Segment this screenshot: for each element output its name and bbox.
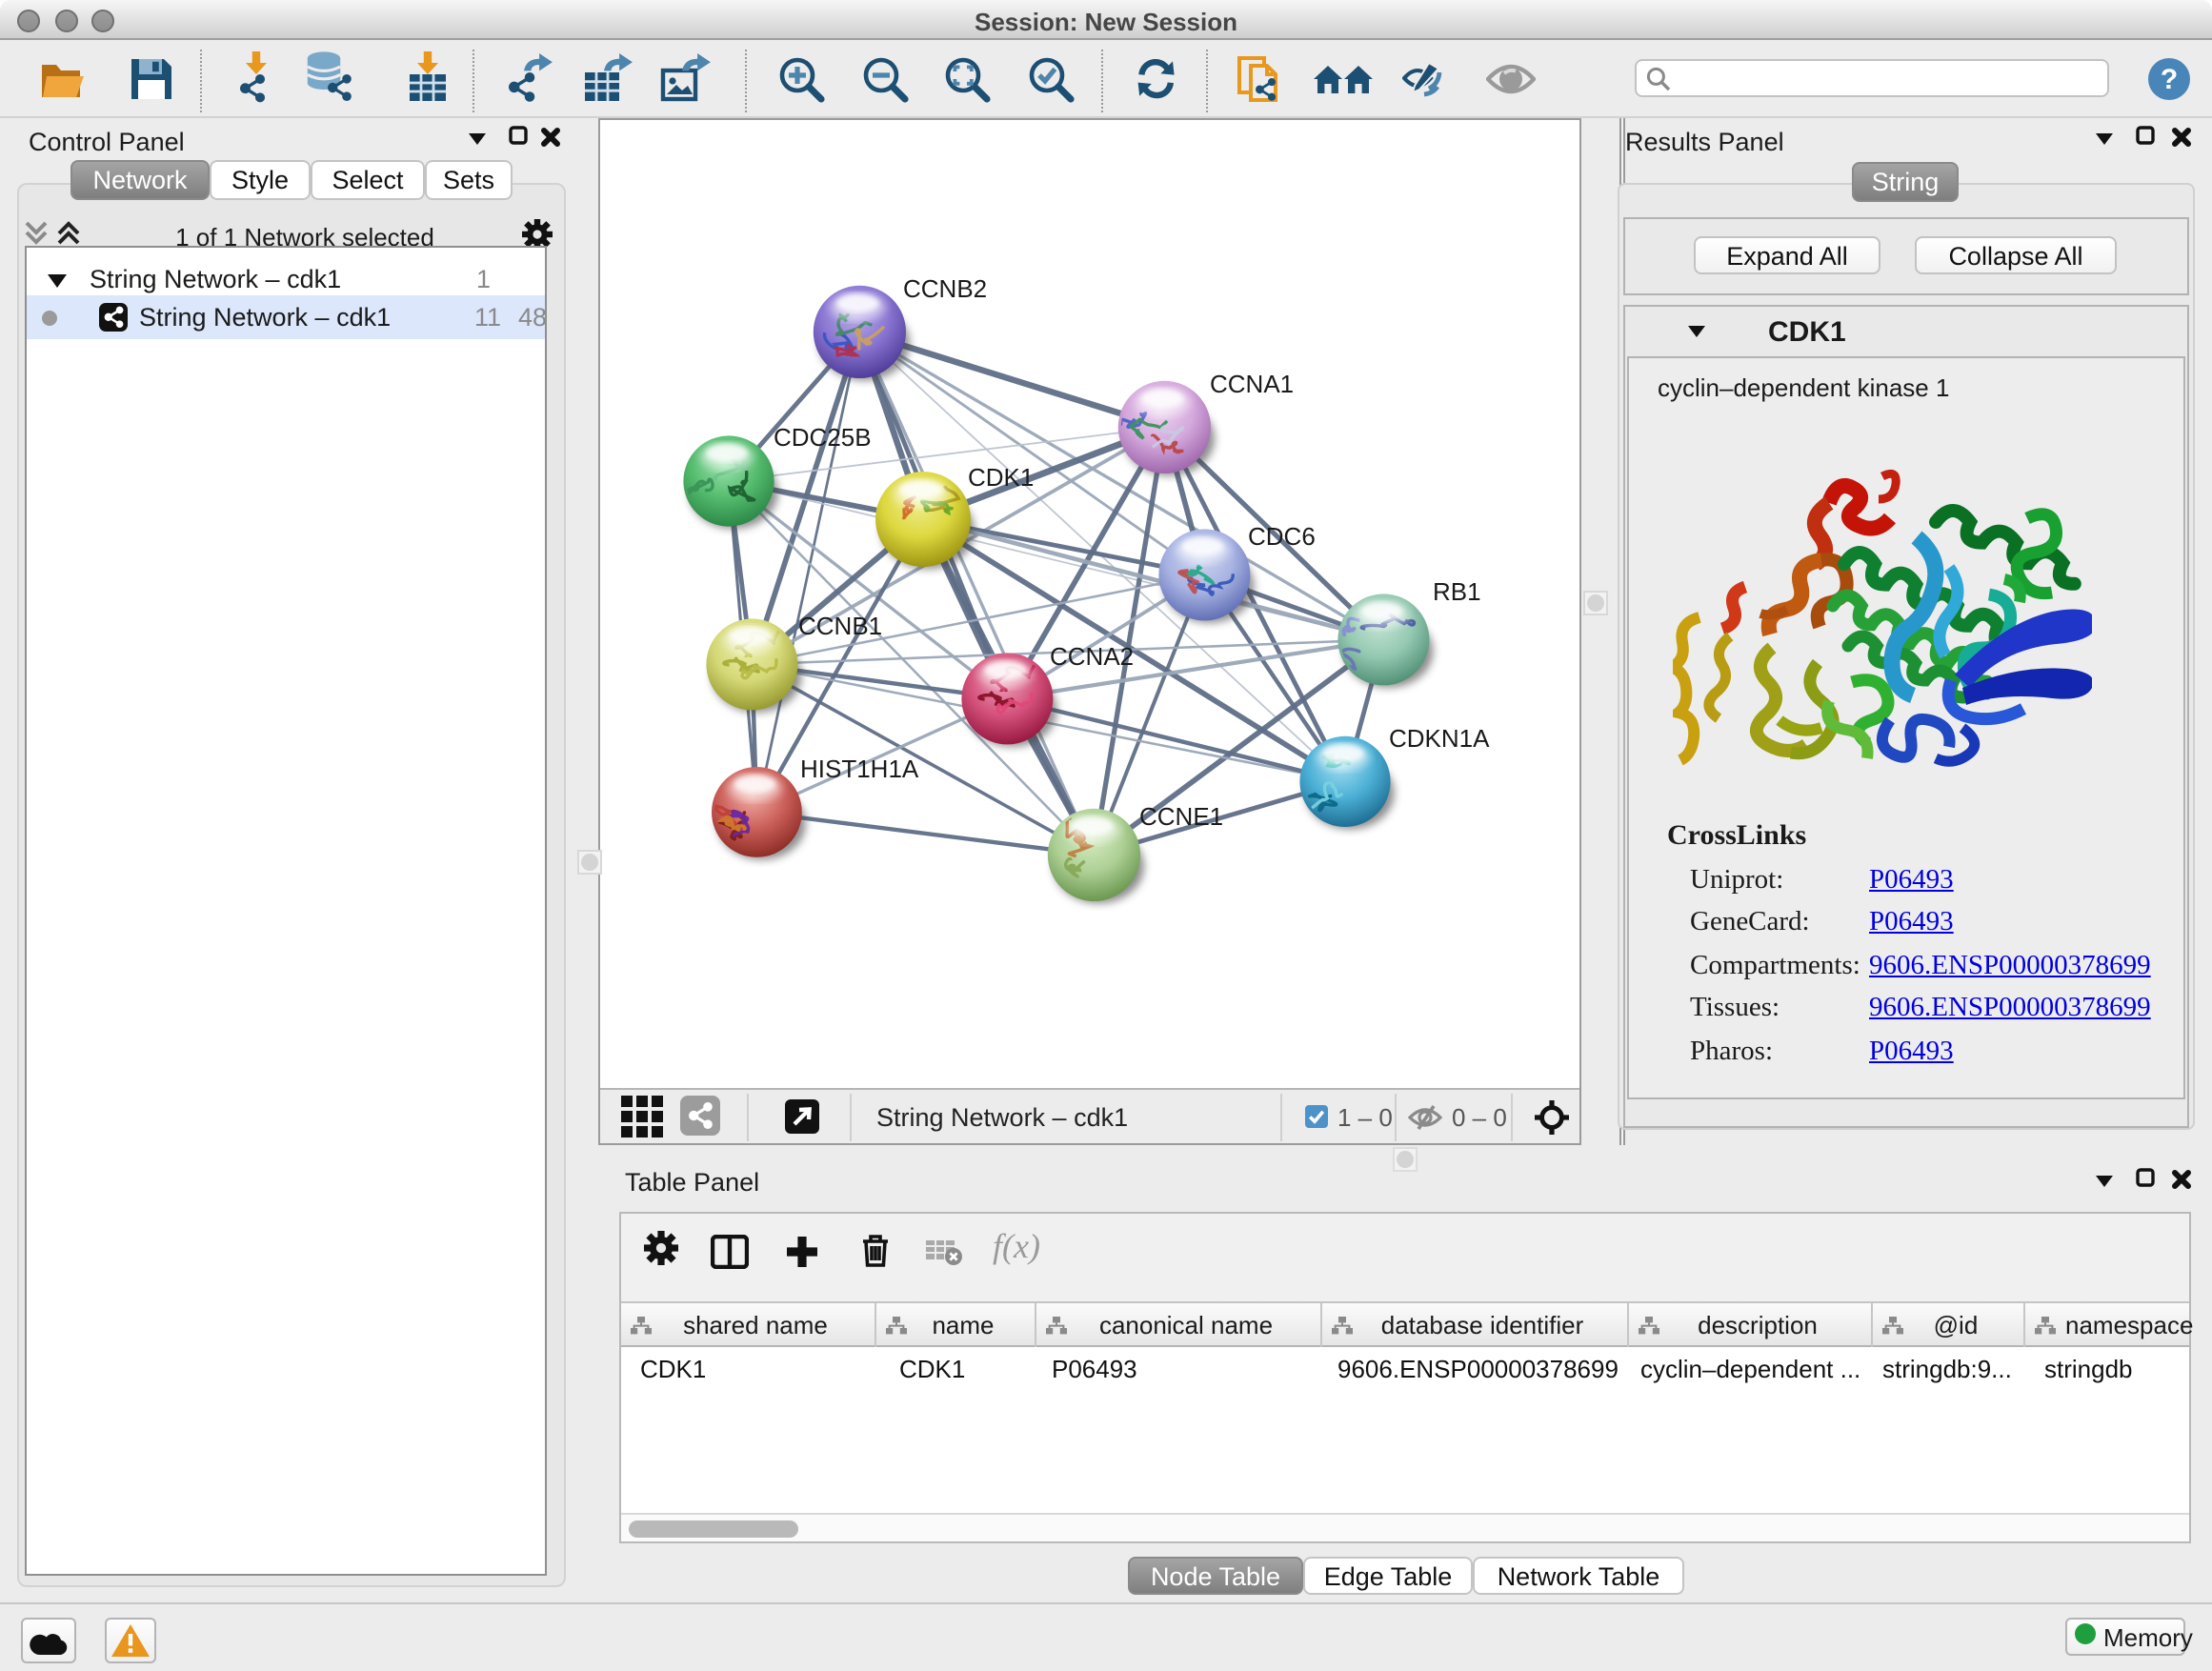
svg-text:CCNE1: CCNE1 <box>1139 802 1223 831</box>
svg-text:CCNA1: CCNA1 <box>1210 370 1294 398</box>
svg-text:HIST1H1A: HIST1H1A <box>800 755 919 783</box>
svg-text:RB1: RB1 <box>1433 577 1481 606</box>
svg-text:CCNB2: CCNB2 <box>903 274 987 303</box>
svg-text:CDC6: CDC6 <box>1248 522 1316 551</box>
svg-text:?: ? <box>2161 64 2178 95</box>
svg-text:CDK1: CDK1 <box>968 463 1034 492</box>
svg-text:CDC25B: CDC25B <box>774 423 872 452</box>
svg-text:CCNA2: CCNA2 <box>1050 642 1134 671</box>
svg-text:CDKN1A: CDKN1A <box>1389 724 1490 753</box>
svg-text:CCNB1: CCNB1 <box>798 612 882 640</box>
